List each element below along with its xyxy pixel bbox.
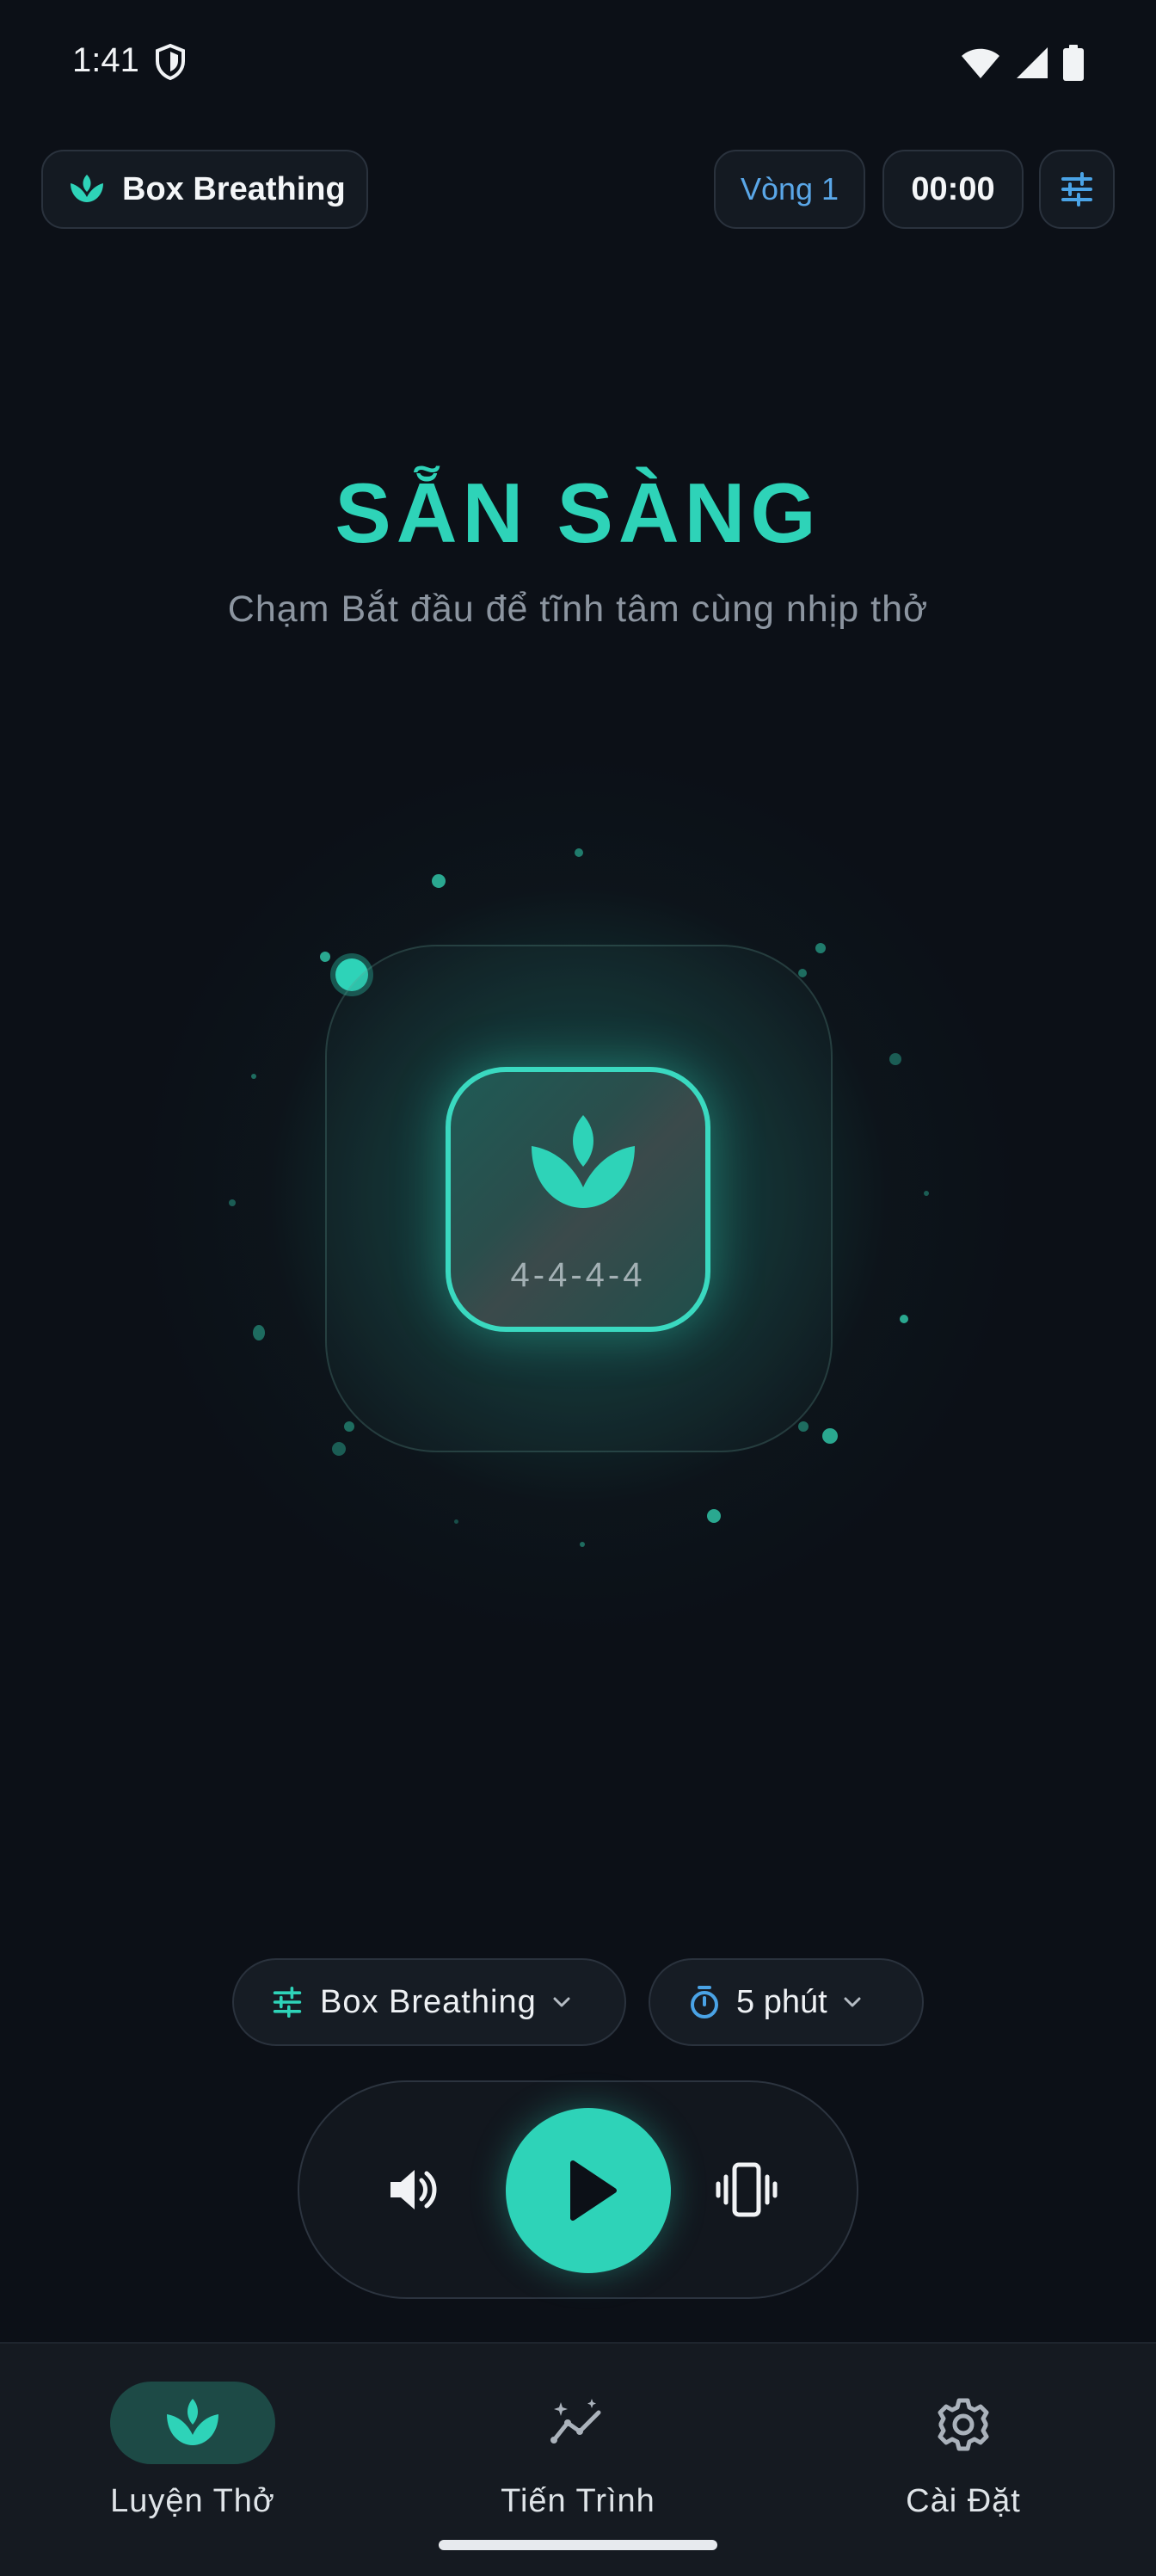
particle — [815, 943, 826, 953]
particle — [251, 1074, 256, 1079]
lotus-icon — [71, 175, 103, 202]
timer-icon — [691, 1986, 718, 2018]
mode-chip[interactable]: Box Breathing — [41, 150, 368, 229]
progress-chart-icon — [550, 2399, 601, 2444]
player-controls — [298, 2080, 858, 2299]
nav-item-settings[interactable]: Cài Đặt — [771, 2363, 1156, 2519]
chevron-down-icon — [553, 1997, 570, 2007]
status-time: 1:41 — [72, 41, 139, 79]
particle — [798, 1421, 809, 1432]
particle — [798, 969, 807, 977]
particle — [580, 1542, 585, 1547]
wifi-icon — [962, 48, 999, 78]
particle — [229, 1199, 236, 1206]
breath-core[interactable]: 4-4-4-4 — [446, 1067, 710, 1332]
nav-label-settings: Cài Đặt — [906, 2483, 1021, 2519]
home-indicator — [439, 2540, 717, 2550]
particle — [332, 1442, 346, 1456]
breathing-pattern: 4-4-4-4 — [510, 1256, 646, 1294]
status-bar: 1:41 — [0, 0, 1156, 129]
nav-label-breathing: Luyện Thở — [110, 2483, 275, 2519]
nav-label-progress: Tiến Trình — [501, 2483, 655, 2519]
particle — [822, 1428, 838, 1444]
particle — [900, 1315, 908, 1323]
state-subtitle: Chạm Bắt đầu để tĩnh tâm cùng nhịp thở — [227, 589, 929, 630]
play-button[interactable] — [506, 2108, 671, 2273]
breathing-visual: 4-4-4-4 — [0, 688, 1156, 1704]
duration-dropdown[interactable]: 5 phút — [649, 1958, 924, 2046]
particle — [924, 1191, 929, 1196]
vibration-icon[interactable] — [716, 2161, 778, 2218]
preset-label: Box Breathing — [320, 1983, 537, 2020]
state-title: SẴN SÀNG — [335, 465, 821, 560]
gear-icon — [938, 2398, 989, 2451]
particle — [454, 1519, 458, 1524]
preset-dropdown[interactable]: Box Breathing — [232, 1958, 626, 2046]
lotus-icon — [532, 1115, 635, 1208]
particle — [707, 1509, 721, 1523]
chevron-down-icon — [844, 1997, 861, 2007]
round-chip: Vòng 1 — [714, 150, 865, 229]
top-bar: Box Breathing Vòng 1 00:00 — [41, 150, 1115, 231]
shield-icon — [156, 43, 185, 81]
duration-label: 5 phút — [736, 1983, 827, 2020]
settings-tune-button[interactable] — [1039, 150, 1115, 229]
volume-icon[interactable] — [385, 2161, 442, 2218]
signal-icon — [1017, 47, 1048, 78]
battery-icon — [1063, 45, 1084, 81]
lotus-icon — [167, 2399, 218, 2445]
particle — [344, 1421, 354, 1432]
nav-item-breathing[interactable]: Luyện Thở — [0, 2363, 385, 2519]
mode-label: Box Breathing — [122, 170, 346, 207]
play-icon — [570, 2160, 617, 2221]
particle — [432, 874, 446, 888]
particle — [253, 1325, 265, 1340]
particle — [889, 1053, 901, 1065]
particle — [320, 952, 330, 962]
tune-icon — [1061, 172, 1092, 206]
particle — [575, 848, 583, 857]
status-icons — [960, 45, 1084, 81]
timer-display: 00:00 — [882, 150, 1024, 229]
nav-item-progress[interactable]: Tiến Trình — [385, 2363, 771, 2519]
tune-icon — [273, 1987, 302, 2018]
